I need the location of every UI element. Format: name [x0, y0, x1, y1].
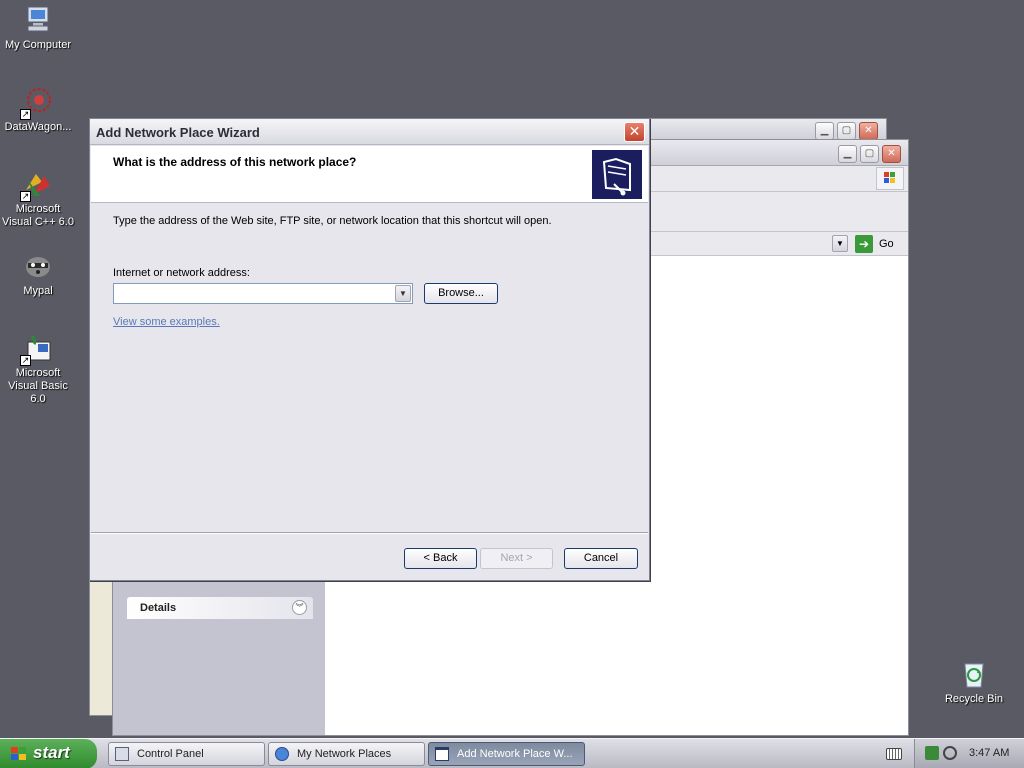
view-examples-link[interactable]: View some examples. — [113, 316, 220, 328]
system-tray: 3:47 AM — [914, 739, 1024, 768]
computer-icon — [22, 4, 54, 36]
taskbar: start Control Panel My Network Places Ad… — [0, 738, 1024, 768]
wizard-header-title: What is the address of this network plac… — [113, 155, 357, 169]
address-label: Internet or network address: — [113, 267, 250, 279]
desktop-icon-label: My Computer — [4, 39, 72, 51]
cancel-button[interactable]: Cancel — [564, 548, 638, 569]
desktop-icon-label: Microsoft Visual C++ 6.0 — [2, 203, 74, 228]
wizard-titlebar[interactable]: Add Network Place Wizard ✕ — [90, 119, 649, 145]
add-network-place-wizard[interactable]: Add Network Place Wizard ✕ What is the a… — [89, 118, 650, 581]
desktop-icon-label: Mypal — [23, 285, 53, 297]
address-combobox[interactable]: ▼ — [113, 283, 413, 304]
desktop-icon-visual-cpp[interactable]: ↗ Microsoft Visual C++ 6.0 — [0, 168, 76, 229]
wizard-header: What is the address of this network plac… — [91, 146, 648, 203]
minimize-button[interactable]: ▁ — [838, 145, 857, 163]
wizard-description: Type the address of the Web site, FTP si… — [113, 215, 552, 227]
desktop-icon-my-computer[interactable]: My Computer — [0, 4, 76, 52]
windows-flag-icon — [876, 167, 904, 190]
go-label: Go — [879, 238, 894, 250]
clock: 3:47 AM — [969, 747, 1010, 759]
keyboard-icon[interactable] — [886, 748, 902, 760]
wizard-window-icon — [435, 747, 449, 761]
close-button[interactable]: ✕ — [624, 122, 645, 142]
details-label: Details — [140, 602, 177, 614]
network-folder-icon — [592, 150, 642, 199]
desktop-icon-mypal[interactable]: Mypal — [0, 250, 76, 298]
maximize-button[interactable]: ▢ — [837, 122, 856, 140]
back-button[interactable]: < Back — [404, 548, 477, 569]
wizard-separator — [91, 532, 648, 534]
visual-cpp-icon: ↗ — [20, 168, 54, 202]
raccoon-icon — [22, 250, 54, 282]
minimize-button[interactable]: ▁ — [815, 122, 834, 140]
control-panel-icon — [115, 747, 129, 761]
close-button[interactable]: ✕ — [882, 145, 901, 163]
wizard-title: Add Network Place Wizard — [96, 125, 260, 140]
taskbar-button-add-network-place[interactable]: Add Network Place W... — [428, 742, 585, 766]
desktop-icon-label: Recycle Bin — [944, 693, 1004, 705]
desktop-icon-visual-basic[interactable]: ↗ Microsoft Visual Basic 6.0 — [0, 332, 76, 406]
browse-button[interactable]: Browse... — [424, 283, 498, 304]
maximize-button[interactable]: ▢ — [860, 145, 879, 163]
chevron-down-icon[interactable]: ︾ — [292, 600, 307, 615]
go-arrow-icon: ➔ — [855, 235, 873, 253]
network-tray-icon[interactable] — [925, 746, 939, 760]
volume-tray-icon[interactable] — [943, 746, 957, 760]
desktop-icon-recycle-bin[interactable]: Recycle Bin — [936, 658, 1012, 706]
desktop-icon-label: DataWagon... — [4, 121, 72, 133]
start-button[interactable]: start — [0, 739, 97, 768]
recycle-bin-icon — [958, 658, 990, 690]
taskbar-button-network-places[interactable]: My Network Places — [268, 742, 425, 766]
datawagon-icon: ↗ — [20, 86, 54, 120]
start-label: start — [33, 743, 70, 762]
network-places-icon — [275, 747, 289, 761]
next-button[interactable]: Next > — [480, 548, 553, 569]
taskbar-button-control-panel[interactable]: Control Panel — [108, 742, 265, 766]
taskbar-button-label: Add Network Place W... — [457, 748, 573, 760]
shortcut-arrow-icon: ↗ — [20, 191, 31, 202]
chevron-down-icon[interactable]: ▼ — [395, 285, 411, 302]
address-dropdown-button[interactable]: ▼ — [832, 235, 848, 252]
go-button[interactable]: ➔ Go — [855, 235, 903, 253]
desktop-icon-datawagon[interactable]: ↗ DataWagon... — [0, 86, 76, 134]
windows-logo-icon — [10, 746, 28, 762]
close-button[interactable]: ✕ — [859, 122, 878, 140]
details-panel[interactable]: Details ︾ — [127, 597, 313, 619]
shortcut-arrow-icon: ↗ — [20, 109, 31, 120]
taskbar-button-label: Control Panel — [137, 748, 204, 760]
shortcut-arrow-icon: ↗ — [20, 355, 31, 366]
taskbar-button-label: My Network Places — [297, 748, 392, 760]
visual-basic-icon: ↗ — [20, 332, 54, 366]
desktop-icon-label: Microsoft Visual Basic 6.0 — [8, 367, 68, 405]
